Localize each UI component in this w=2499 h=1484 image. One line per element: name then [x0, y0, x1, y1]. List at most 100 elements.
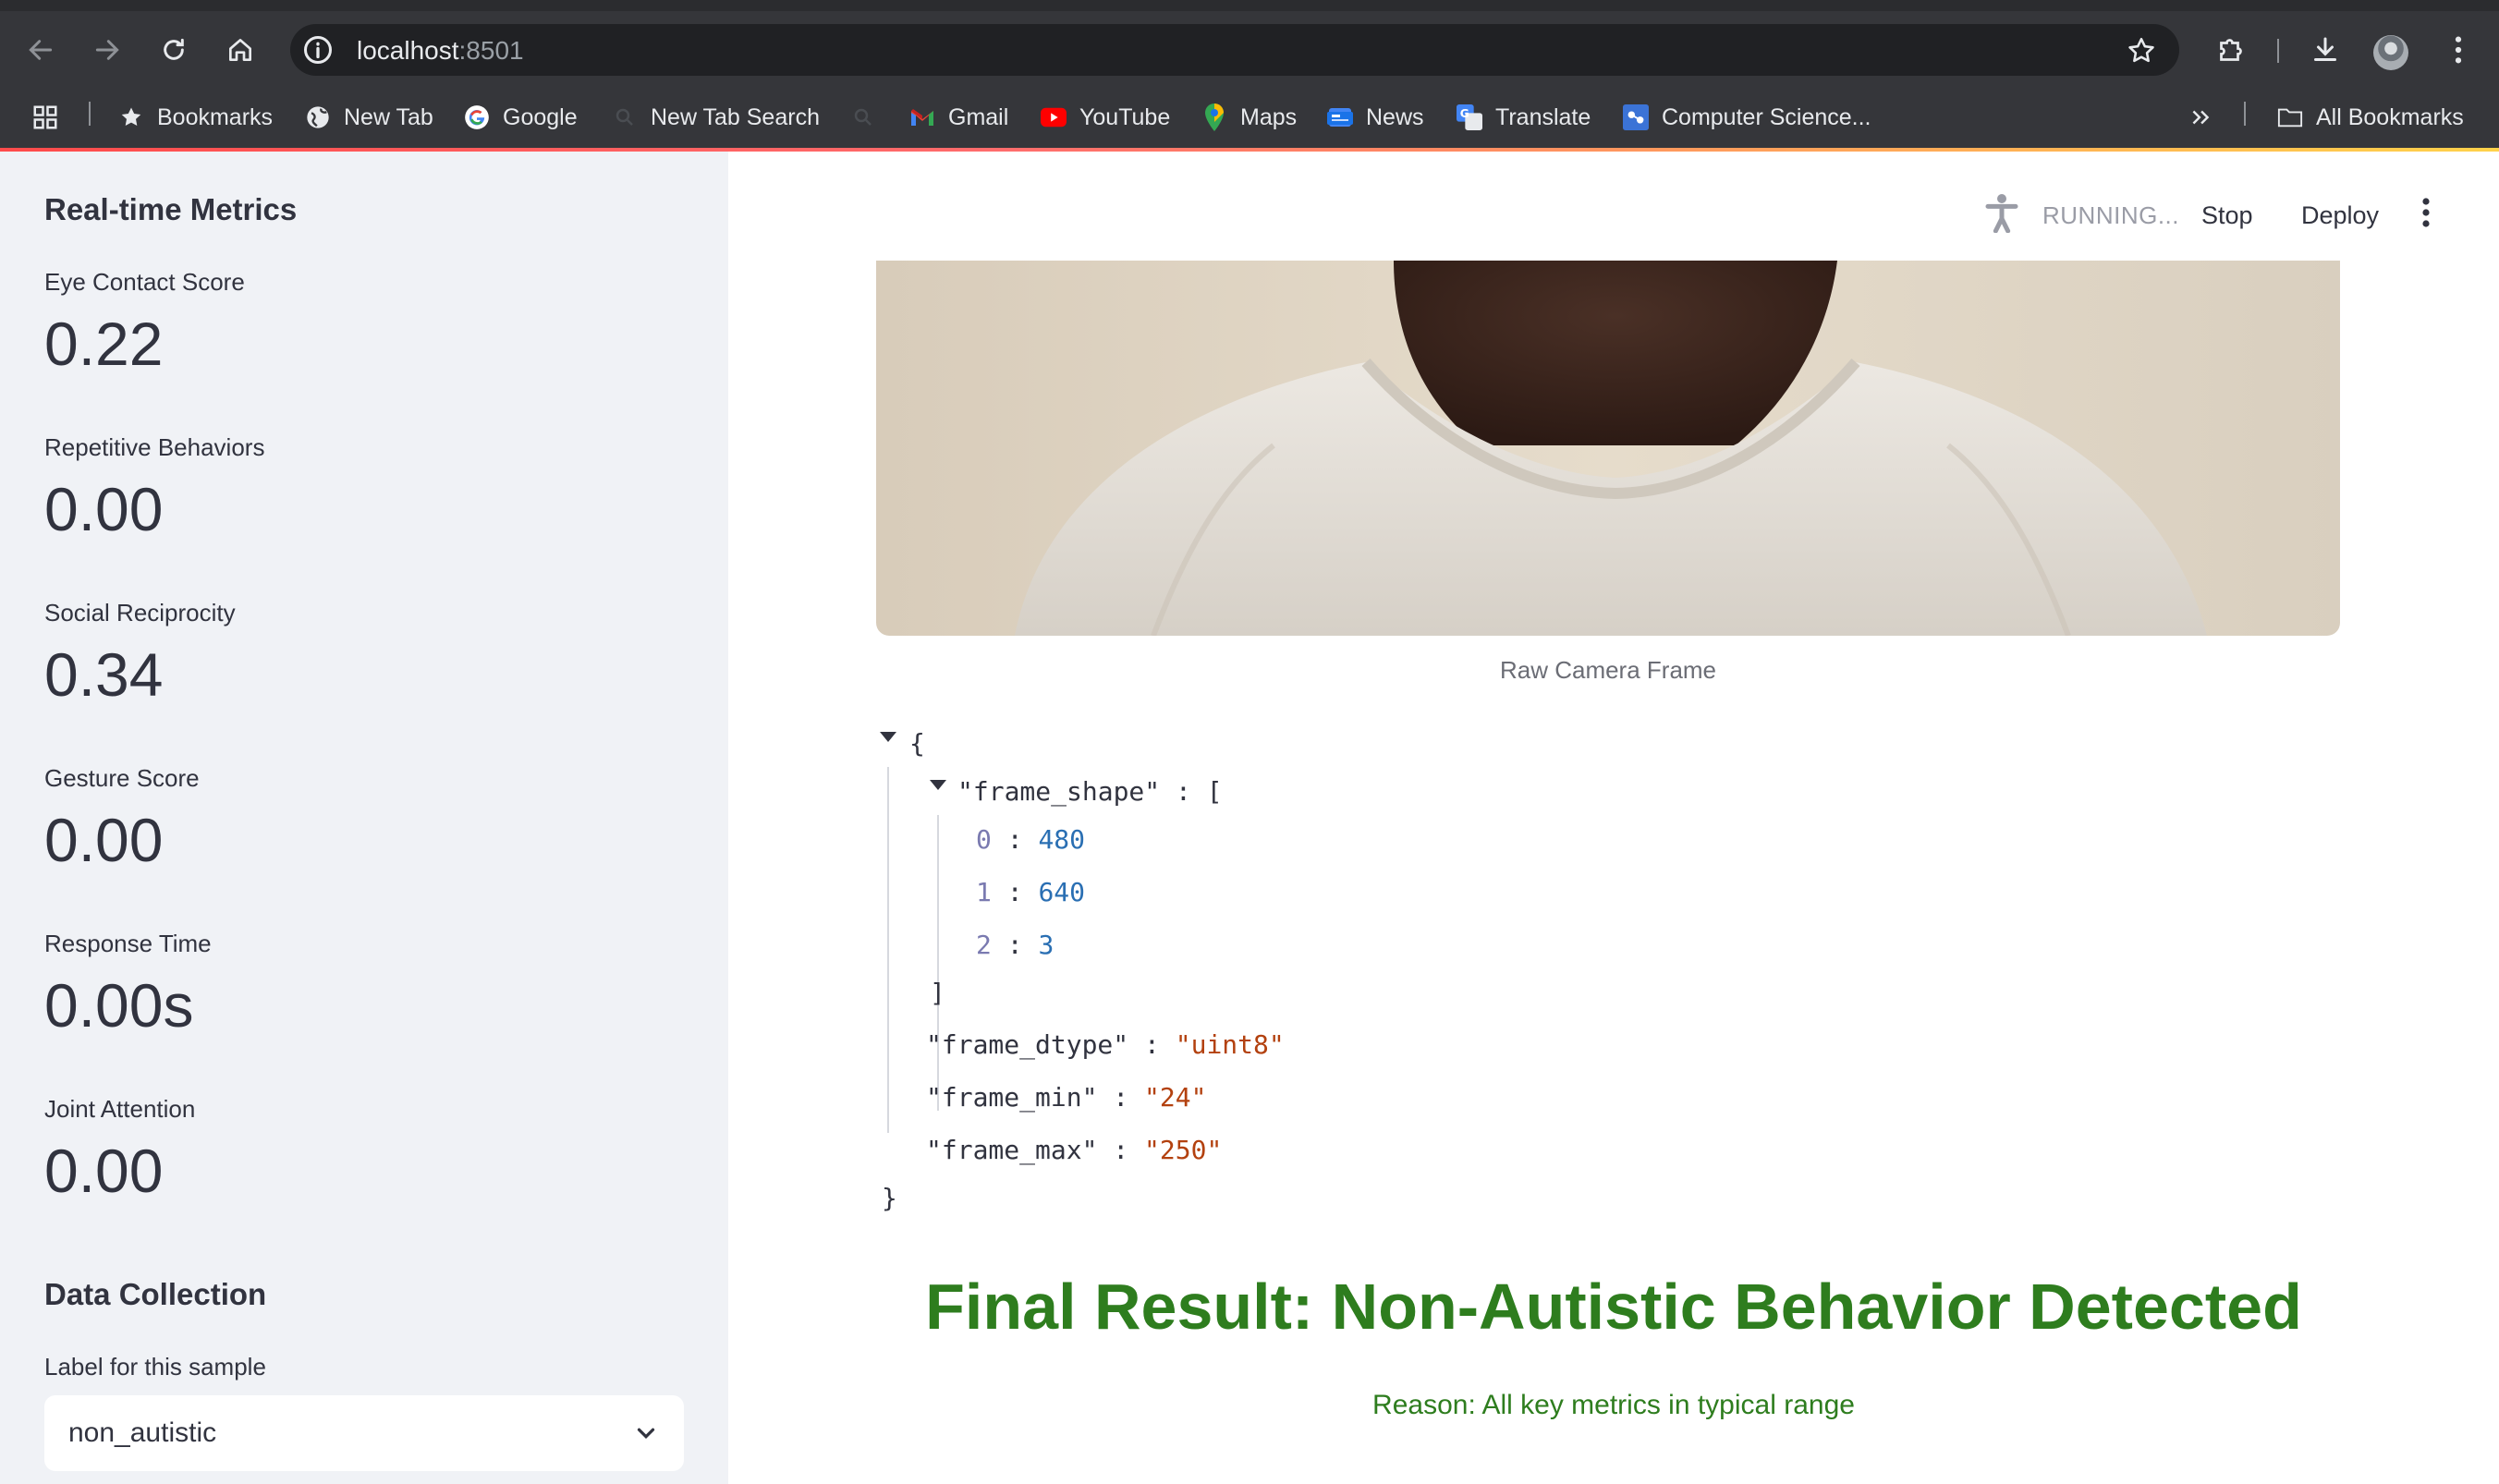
kebab-menu-icon [2455, 36, 2462, 64]
bookmark-star-icon[interactable] [2126, 35, 2157, 67]
search-icon [612, 104, 638, 130]
url-text[interactable]: localhost:8501 [357, 36, 524, 66]
json-shape-item: 0 : 480 [976, 824, 1086, 855]
bookmark-label: Computer Science... [1662, 103, 1871, 130]
json-bracket: [ [1206, 776, 1223, 807]
browser-toolbar: localhost:8501 [0, 11, 2499, 87]
bookmark-item-translate[interactable]: G Translate [1457, 100, 1591, 135]
camera-frame-illustration [876, 261, 2340, 636]
bookmark-item-youtube[interactable]: YouTube [1041, 100, 1170, 135]
address-bar[interactable]: localhost:8501 [290, 24, 2179, 76]
running-status: RUNNING... [2042, 201, 2179, 229]
json-indent-guide [937, 815, 939, 1111]
bookmarks-bar: Bookmarks New Tab Google New Tab Search … [0, 87, 2499, 148]
url-host: localhost [357, 36, 459, 65]
site-info-icon[interactable] [301, 33, 335, 67]
svg-text:G: G [1460, 107, 1469, 120]
all-bookmarks-button[interactable]: All Bookmarks [2277, 100, 2464, 135]
main-menu-icon[interactable] [2420, 196, 2432, 229]
bookmarks-separator [2244, 102, 2246, 126]
bookmark-label: News [1366, 103, 1424, 130]
label-select-value: non_autistic [68, 1417, 217, 1448]
bookmark-item-search[interactable] [850, 100, 889, 135]
json-string: "250" [1144, 1135, 1223, 1165]
bookmark-label: Google [503, 103, 578, 130]
json-frame-shape-key: "frame_shape" : [ [957, 776, 1223, 807]
all-bookmarks-label: All Bookmarks [2316, 103, 2464, 130]
json-index: 0 [976, 824, 992, 855]
result-reason: Reason: All key metrics in typical range [1372, 1390, 1855, 1420]
browser-menu-button[interactable] [2440, 31, 2477, 68]
deploy-button[interactable]: Deploy [2301, 201, 2379, 230]
json-index: 2 [976, 930, 992, 960]
metric-value-eye-contact: 0.22 [44, 310, 164, 378]
puzzle-icon [2220, 39, 2242, 61]
forward-button[interactable] [87, 30, 128, 70]
json-indent-guide [887, 767, 889, 1133]
url-port: :8501 [458, 36, 524, 65]
json-number: 3 [1038, 930, 1054, 960]
folder-icon [2277, 104, 2303, 130]
star-icon [118, 104, 144, 130]
json-shape-item: 1 : 640 [976, 877, 1086, 907]
json-open-brace: { [909, 728, 925, 759]
chevron-double-right-icon [2192, 110, 2210, 125]
label-select[interactable]: non_autistic [44, 1395, 684, 1471]
arrow-left-icon [29, 40, 53, 60]
json-key: "frame_min" [926, 1082, 1098, 1113]
translate-icon: G [1457, 104, 1482, 130]
bookmark-item-bookmarks[interactable]: Bookmarks [118, 100, 273, 135]
data-collection-title: Data Collection [44, 1277, 267, 1311]
profile-avatar[interactable] [2373, 35, 2408, 70]
back-button[interactable] [20, 30, 61, 70]
bookmark-item-google[interactable]: Google [464, 100, 578, 135]
browser-chrome: localhost:8501 Bookmarks New Tab Google … [0, 0, 2499, 152]
json-number: 640 [1038, 877, 1086, 907]
home-button[interactable] [220, 30, 261, 70]
metric-label-response-time: Response Time [44, 930, 212, 957]
bookmark-item-gmail[interactable]: Gmail [909, 100, 1008, 135]
apps-button[interactable] [31, 100, 59, 135]
label-select-caption: Label for this sample [44, 1353, 266, 1381]
downloads-button[interactable] [2307, 31, 2344, 68]
search-icon [850, 104, 876, 130]
bookmark-label: Bookmarks [157, 103, 274, 130]
reload-icon [164, 38, 184, 60]
bookmark-label: New Tab Search [651, 103, 820, 130]
maps-icon [1201, 103, 1227, 131]
bookmark-item-new-tab-search[interactable]: New Tab Search [612, 100, 820, 135]
metric-label-repetitive-behaviors: Repetitive Behaviors [44, 433, 265, 461]
metric-value-response-time: 0.00s [44, 971, 194, 1040]
globe-icon [305, 104, 331, 130]
collapse-toggle-icon[interactable] [880, 732, 896, 742]
bookmark-item-news[interactable]: News [1327, 100, 1424, 135]
bookmark-item-maps[interactable]: Maps [1201, 100, 1297, 135]
bookmark-label: New Tab [344, 103, 433, 130]
metric-label-joint-attention: Joint Attention [44, 1095, 196, 1123]
stop-button[interactable]: Stop [2201, 201, 2253, 230]
arrow-right-icon [95, 40, 119, 60]
more-bookmarks-button[interactable] [2188, 100, 2213, 135]
youtube-icon [1041, 104, 1067, 130]
json-close-brace: } [882, 1183, 897, 1213]
collapse-toggle-icon[interactable] [930, 780, 946, 790]
bookmark-item-computer-science[interactable]: Computer Science... [1623, 100, 1871, 135]
json-key: "frame_dtype" [926, 1029, 1129, 1060]
metric-value-social-reciprocity: 0.34 [44, 640, 164, 709]
json-string: "24" [1144, 1082, 1207, 1113]
bookmark-item-new-tab[interactable]: New Tab [305, 100, 433, 135]
bookmarks-separator [89, 102, 91, 126]
home-icon [229, 39, 251, 61]
metric-value-gesture-score: 0.00 [44, 806, 164, 874]
running-person-icon [1985, 194, 2018, 233]
gmail-icon [909, 104, 935, 130]
json-string: "uint8" [1175, 1029, 1285, 1060]
reload-button[interactable] [153, 30, 194, 70]
json-frame-min: "frame_min" : "24" [926, 1082, 1207, 1113]
sidebar-title: Real-time Metrics [44, 192, 298, 226]
google-icon [464, 104, 490, 130]
metric-label-social-reciprocity: Social Reciprocity [44, 599, 236, 626]
extensions-button[interactable] [2213, 31, 2249, 68]
main-content: RUNNING... Stop Deploy Raw Camera Frame … [728, 152, 2499, 1484]
json-frame-dtype: "frame_dtype" : "uint8" [926, 1029, 1285, 1060]
